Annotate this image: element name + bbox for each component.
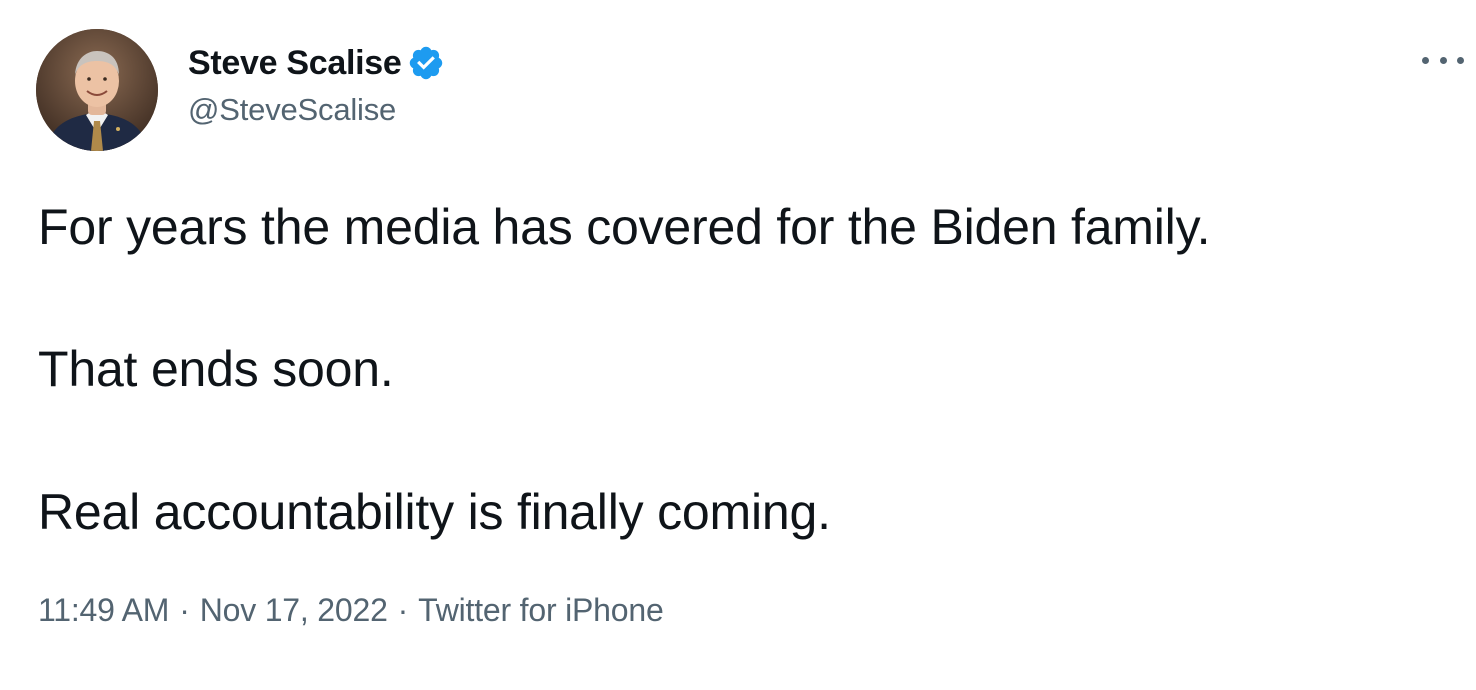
author-display-name[interactable]: Steve Scalise <box>188 44 402 83</box>
verified-badge-icon <box>407 44 445 82</box>
more-options-icon[interactable] <box>1418 40 1468 80</box>
tweet-source[interactable]: Twitter for iPhone <box>418 592 664 628</box>
author-name-row: Steve Scalise <box>188 40 445 86</box>
tweet-text-line: For years the media has covered for the … <box>38 199 1211 255</box>
tweet-card: Steve Scalise @SteveScalise For years th… <box>0 0 1476 690</box>
meta-separator: · <box>179 592 190 628</box>
more-dot <box>1422 56 1429 64</box>
author-handle[interactable]: @SteveScalise <box>188 92 396 128</box>
tweet-text-line: That ends soon. <box>38 341 394 397</box>
more-dot <box>1439 56 1447 64</box>
tweet-date[interactable]: Nov 17, 2022 <box>200 592 388 628</box>
tweet-text-line: Real accountability is finally coming. <box>38 484 831 540</box>
more-dot <box>1457 56 1464 64</box>
tweet-metadata: 11:49 AM · Nov 17, 2022 · Twitter for iPhone <box>38 592 664 629</box>
tweet-time[interactable]: 11:49 AM <box>38 592 169 628</box>
meta-separator: · <box>397 592 409 628</box>
avatar-photo <box>36 29 158 151</box>
avatar[interactable] <box>36 29 158 151</box>
